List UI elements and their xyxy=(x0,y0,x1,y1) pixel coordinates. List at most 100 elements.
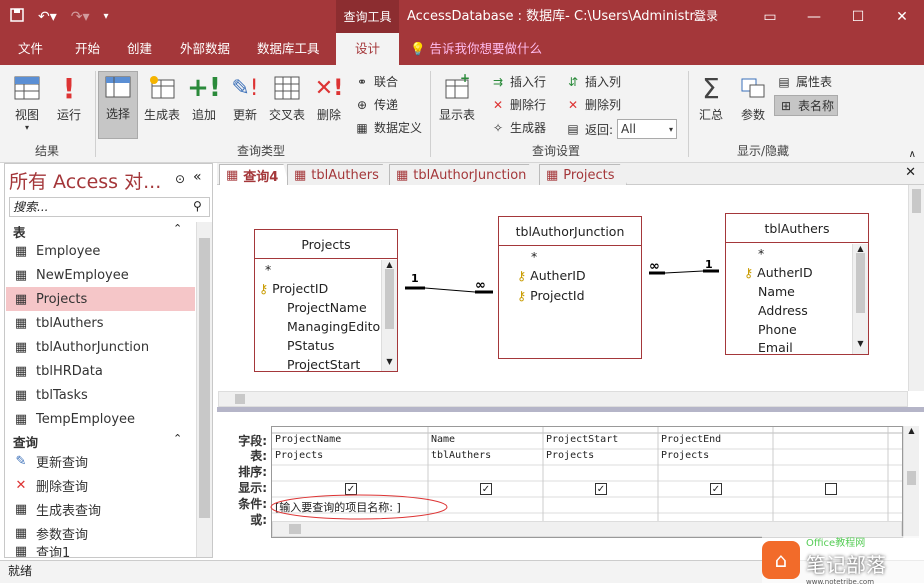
table-icon: ▦ xyxy=(14,339,28,355)
delete-query-button[interactable]: ✕! 删除 xyxy=(312,73,346,123)
tab-database-tools[interactable]: 数据库工具 xyxy=(257,33,320,65)
grid-table-cell[interactable]: tblAuthers xyxy=(431,450,491,461)
nav-item-query1[interactable]: ▦ 查询1 xyxy=(6,545,195,557)
append-icon: +! xyxy=(187,73,221,103)
redo-icon[interactable]: ↷▾ xyxy=(71,9,90,25)
nav-item-delete-query[interactable]: ✕ 删除查询 xyxy=(6,473,195,497)
data-definition-button[interactable]: ▦ 数据定义 xyxy=(354,119,422,136)
undo-icon[interactable]: ↶▾ xyxy=(38,9,57,25)
show-checkbox[interactable]: ✓ xyxy=(595,483,607,495)
nav-item-tblhrdata[interactable]: ▦ tblHRData xyxy=(6,359,195,383)
doc-tab-tblauthorjunction[interactable]: ▦ tblAuthorJunction xyxy=(389,164,541,185)
shutter-bar-icon[interactable]: « xyxy=(193,169,202,185)
nav-item-newemployee[interactable]: ▦ NewEmployee xyxy=(6,263,195,287)
collapse-queries-icon[interactable]: ⌃ xyxy=(173,432,182,445)
crosstab-button[interactable]: 交叉表 xyxy=(268,73,306,123)
totals-button[interactable]: Σ 汇总 xyxy=(694,72,728,123)
nav-pane-title[interactable]: 所有 Access 对... xyxy=(9,167,161,194)
maximize-icon[interactable]: ☐ xyxy=(836,0,880,33)
tab-file[interactable]: 文件 xyxy=(18,33,43,65)
row-label-table: 表: xyxy=(250,449,267,463)
run-button[interactable]: ! 运行 xyxy=(52,72,86,123)
customize-qat-icon[interactable]: ▾ xyxy=(104,11,109,22)
parameters-button[interactable]: 参数 xyxy=(736,73,770,123)
return-icon: ▤ xyxy=(567,122,579,136)
nav-item-update-query[interactable]: ✎ 更新查询 xyxy=(6,449,195,473)
nav-item-tblauthers[interactable]: ▦ tblAuthers xyxy=(6,311,195,335)
watermark-url: www.notetribe.com xyxy=(806,577,875,586)
property-sheet-button[interactable]: ▤ 属性表 xyxy=(776,73,832,90)
return-select[interactable]: All ▾ xyxy=(617,119,678,139)
make-table-icon xyxy=(147,73,177,103)
nav-item-tblauthorjunction[interactable]: ▦ tblAuthorJunction xyxy=(6,335,195,359)
grid-table-cell[interactable]: Projects xyxy=(546,450,594,461)
show-checkbox[interactable]: ✓ xyxy=(480,483,492,495)
union-button[interactable]: ⚭ 联合 xyxy=(354,73,398,90)
table-icon: ▦ xyxy=(14,411,28,427)
group-separator xyxy=(430,71,431,157)
show-checkbox[interactable] xyxy=(825,483,837,495)
diagram-vscrollbar[interactable] xyxy=(908,185,924,391)
nav-scroll-thumb[interactable] xyxy=(199,238,210,518)
nav-item-parameter-query[interactable]: ▦ 参数查询 xyxy=(6,521,195,545)
nav-scrollbar[interactable] xyxy=(196,222,212,557)
insert-rows-button[interactable]: ⇉ 插入行 xyxy=(490,73,546,90)
nav-item-tbltasks[interactable]: ▦ tblTasks xyxy=(6,383,195,407)
show-checkbox[interactable]: ✓ xyxy=(710,483,722,495)
nav-item-make-table-query[interactable]: ▦ 生成表查询 xyxy=(6,497,195,521)
nav-menu-chevron-icon[interactable]: ⊙ xyxy=(175,172,185,186)
doc-tab-tblauthers[interactable]: ▦ tblAuthers xyxy=(287,164,391,185)
nav-search-input[interactable]: 搜索... xyxy=(9,197,210,217)
tab-create[interactable]: 创建 xyxy=(127,33,152,65)
passthrough-button[interactable]: ⊕ 传递 xyxy=(354,96,398,113)
view-button[interactable]: 视图 ▾ xyxy=(8,73,46,132)
minimize-icon[interactable]: — xyxy=(792,0,836,33)
table-icon: ▦ xyxy=(14,243,28,259)
update-button[interactable]: ✎! 更新 xyxy=(228,73,262,123)
tab-design[interactable]: 设计 xyxy=(336,33,399,65)
collapse-tables-icon[interactable]: ⌃ xyxy=(173,222,182,235)
diagram-hscrollbar[interactable] xyxy=(218,391,908,407)
table-icon: ▦ xyxy=(14,387,28,403)
delete-x-icon: ✕! xyxy=(314,75,344,101)
close-icon[interactable]: ✕ xyxy=(880,0,924,33)
select-query-button[interactable]: 选择 xyxy=(98,71,138,139)
table-names-button[interactable]: ⊞ 表名称 xyxy=(774,95,839,116)
query-icon: ▦ xyxy=(226,167,239,183)
show-table-button[interactable]: + 显示表 xyxy=(437,73,477,123)
collapse-ribbon-icon[interactable]: ∧ xyxy=(909,149,916,160)
nav-item-employee[interactable]: ▦ Employee xyxy=(6,239,195,263)
update-pencil-icon: ✎! xyxy=(231,75,259,101)
grid-field-cell[interactable]: Name xyxy=(431,434,455,445)
tab-external-data[interactable]: 外部数据 xyxy=(180,33,230,65)
tell-me-box[interactable]: 💡 告诉我你想要做什么 xyxy=(410,33,542,65)
ribbon-display-icon[interactable]: ▭ xyxy=(748,0,792,33)
status-text: 就绪 xyxy=(8,564,33,578)
append-button[interactable]: +! 追加 xyxy=(187,73,221,123)
navigation-pane: 所有 Access 对... ⊙ « 搜索... ⚲ 表 ⌃ ▦ Employee… xyxy=(4,163,213,558)
grid-table-cell[interactable]: Projects xyxy=(275,450,323,461)
close-document-icon[interactable]: ✕ xyxy=(905,165,916,180)
delete-rows-button[interactable]: ✕ 删除行 xyxy=(490,96,546,113)
delete-columns-button[interactable]: ✕ 删除列 xyxy=(565,96,621,113)
grid-field-cell[interactable]: ProjectStart xyxy=(546,434,618,445)
search-icon[interactable]: ⚲ xyxy=(193,199,202,213)
nav-item-tempemployee[interactable]: ▦ TempEmployee xyxy=(6,407,195,431)
grid-table-cell[interactable]: Projects xyxy=(661,450,709,461)
nav-item-projects[interactable]: ▦ Projects xyxy=(6,287,195,311)
grid-field-cell[interactable]: ProjectEnd xyxy=(661,434,721,445)
join-line-projects-junction[interactable] xyxy=(424,287,476,293)
insert-columns-button[interactable]: ⇵ 插入列 xyxy=(565,73,621,90)
delete-query-icon: ✕ xyxy=(15,477,27,493)
doc-tab-projects[interactable]: ▦ Projects xyxy=(539,164,627,185)
grid-vscrollbar[interactable]: ▲ xyxy=(903,426,919,538)
make-table-button[interactable]: 生成表 xyxy=(142,73,182,123)
tab-home[interactable]: 开始 xyxy=(75,33,100,65)
signin-link[interactable]: 登录 xyxy=(694,0,718,33)
grid-field-cell[interactable]: ProjectName xyxy=(275,434,341,445)
builder-button[interactable]: ✧ 生成器 xyxy=(490,119,546,136)
join-line-junction-authers[interactable] xyxy=(664,270,704,274)
doc-tab-query4[interactable]: ▦ 查询4 xyxy=(219,164,289,185)
table-icon: ▦ xyxy=(14,363,28,379)
save-icon[interactable] xyxy=(10,7,24,26)
